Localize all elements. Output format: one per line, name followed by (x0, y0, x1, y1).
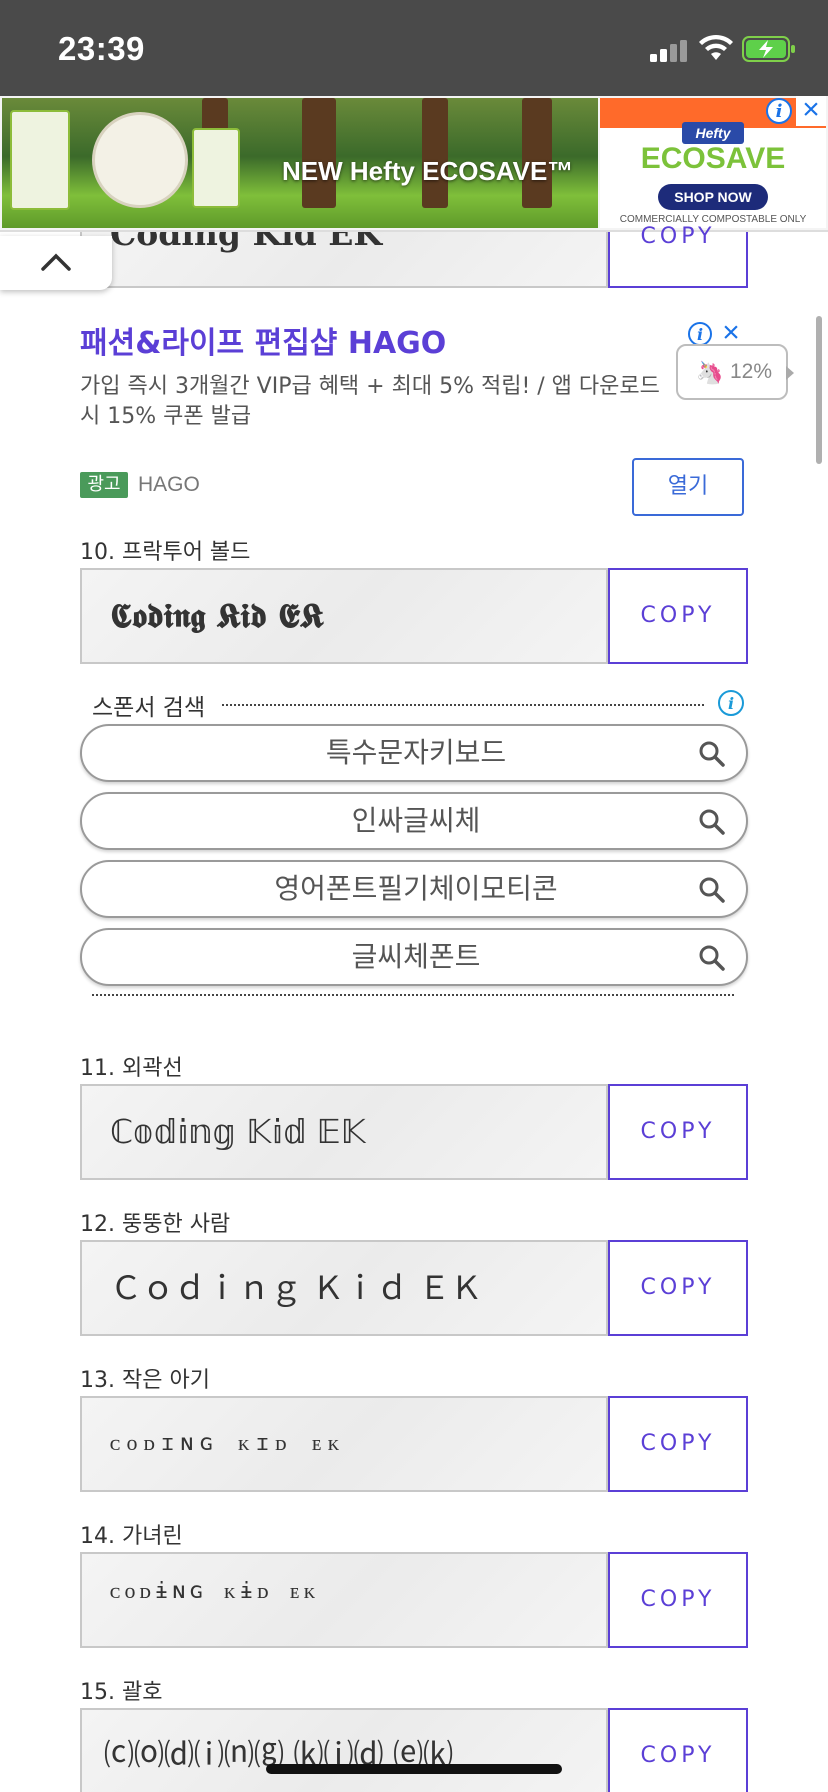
reading-progress-label: 12% (730, 360, 773, 383)
sponsor-divider (92, 994, 734, 996)
copy-button[interactable]: COPY (608, 1240, 748, 1336)
home-indicator[interactable] (266, 1764, 562, 1774)
scrollbar[interactable] (816, 316, 822, 464)
search-icon (699, 809, 725, 835)
ad-info-icon[interactable]: i (766, 98, 792, 124)
native-ad-description[interactable]: 가입 즉시 3개월간 VIP급 혜택 + 최대 5% 적립! / 앱 다운로드 … (80, 372, 660, 432)
font-sample-text: ℂ𝕠𝕕𝕚𝕟𝕘 𝕂𝕚𝕕 𝔼𝕂 (110, 1112, 366, 1151)
ad-badge: 광고 (80, 472, 128, 498)
font-style-label: 15. 괄호 (80, 1680, 163, 1705)
font-sample-partial[interactable]: Coding Kid EK (80, 232, 608, 288)
shop-now-button[interactable]: SHOP NOW (658, 184, 768, 210)
font-sample-box[interactable]: ᴄᴏᴅɨɴɢ ᴋɨᴅ ᴇᴋ (80, 1552, 608, 1648)
copy-button[interactable]: COPY (608, 226, 748, 288)
native-ad-open-button[interactable]: 열기 (632, 458, 744, 516)
unicorn-icon: 🦄 (696, 360, 724, 385)
sponsor-divider (222, 704, 704, 706)
tree-decoration (522, 98, 552, 208)
font-style-label: 12. 뚱뚱한 사람 (80, 1212, 231, 1237)
wifi-icon (699, 34, 733, 60)
search-query-text: 특수문자키보드 (325, 736, 507, 769)
font-sample-text: ᴄᴏᴅɪɴɢ ᴋɪᴅ ᴇᴋ (110, 1431, 346, 1456)
font-sample-text: ᴄᴏᴅɨɴɢ ᴋɨᴅ ᴇᴋ (110, 1579, 320, 1604)
copy-button[interactable]: COPY (608, 1708, 748, 1792)
sponsor-search-query[interactable]: 영어폰트필기체이모티콘 (80, 860, 748, 918)
search-query-text: 인싸글씨체 (351, 804, 481, 837)
font-sample-box[interactable]: Ｃｏｄｉｎｇ Ｋｉｄ ＥＫ (80, 1240, 608, 1336)
status-time: 23:39 (58, 30, 145, 67)
sponsor-search-query[interactable]: 인싸글씨체 (80, 792, 748, 850)
product-box-image (192, 128, 240, 208)
search-icon (699, 945, 725, 971)
native-ad-info-icon[interactable]: i (688, 322, 712, 346)
ad-banner-image[interactable]: NEW Hefty ECOSAVE™ (2, 98, 598, 228)
font-sample-box[interactable]: 𝕮𝖔𝖉𝖎𝖓𝖌 𝕶𝖎𝖉 𝕰𝕶 (80, 568, 608, 664)
top-banner-ad[interactable]: NEW Hefty ECOSAVE™ Hefty ECOSAVE SHOP NO… (0, 96, 828, 232)
status-bar: 23:39 (0, 0, 828, 96)
tree-decoration (422, 98, 448, 208)
copy-button[interactable]: COPY (608, 1396, 748, 1492)
ad-brand-panel[interactable]: Hefty ECOSAVE SHOP NOW COMMERCIALLY COMP… (600, 98, 826, 228)
copy-button[interactable]: COPY (608, 568, 748, 664)
chevron-right-icon (786, 366, 794, 380)
font-style-label: 13. 작은 아기 (80, 1368, 210, 1393)
sponsor-search-query[interactable]: 특수문자키보드 (80, 724, 748, 782)
font-sample-text: ⒞⒪⒟⒤⒩⒢ ⒦⒤⒟ ⒠⒦ (104, 1738, 454, 1773)
ad-headline: NEW Hefty ECOSAVE™ (282, 156, 574, 186)
sponsor-search-query[interactable]: 글씨체폰트 (80, 928, 748, 986)
cellular-signal-icon (650, 40, 687, 62)
font-sample-text: 𝕮𝖔𝖉𝖎𝖓𝖌 𝕶𝖎𝖉 𝕰𝕶 (110, 596, 324, 635)
font-sample-box[interactable]: ⒞⒪⒟⒤⒩⒢ ⒦⒤⒟ ⒠⒦ (80, 1708, 608, 1792)
scroll-to-top-button[interactable] (0, 236, 112, 290)
font-style-label: 10. 프락투어 볼드 (80, 540, 251, 565)
tree-decoration (302, 98, 336, 208)
font-sample-text: Coding Kid EK (110, 232, 383, 253)
product-plate-image (92, 112, 188, 208)
font-style-label: 11. 외곽선 (80, 1056, 183, 1081)
ad-close-icon[interactable]: × (796, 95, 826, 126)
font-sample-box[interactable]: ℂ𝕠𝕕𝕚𝕟𝕘 𝕂𝕚𝕕 𝔼𝕂 (80, 1084, 608, 1180)
copy-button[interactable]: COPY (608, 1084, 748, 1180)
ecosave-logo: ECOSAVE (640, 142, 786, 175)
font-style-label: 14. 가녀린 (80, 1524, 183, 1549)
sponsor-info-icon[interactable]: i (718, 690, 744, 716)
chevron-up-icon (41, 253, 71, 271)
hefty-logo: Hefty (682, 122, 744, 144)
reading-progress-pill[interactable]: 🦄 12% (676, 344, 788, 400)
search-query-text: 영어폰트필기체이모티콘 (274, 872, 558, 905)
search-icon (699, 877, 725, 903)
font-sample-text: Ｃｏｄｉｎｇ Ｋｉｄ ＥＫ (110, 1269, 483, 1307)
search-query-text: 글씨체폰트 (351, 940, 481, 973)
product-cups-image (10, 110, 70, 210)
font-sample-box[interactable]: ᴄᴏᴅɪɴɢ ᴋɪᴅ ᴇᴋ (80, 1396, 608, 1492)
copy-button[interactable]: COPY (608, 1552, 748, 1648)
native-ad-brand: HAGO (138, 473, 200, 496)
screen: { "status_bar": { "time": "23:39" }, "to… (0, 0, 828, 1792)
sponsor-search-title: 스폰서 검색 (92, 688, 214, 722)
battery-charging-icon (742, 36, 795, 62)
native-ad-title[interactable]: 패션&라이프 편집샵 HAGO (80, 318, 446, 362)
search-icon (699, 741, 725, 767)
